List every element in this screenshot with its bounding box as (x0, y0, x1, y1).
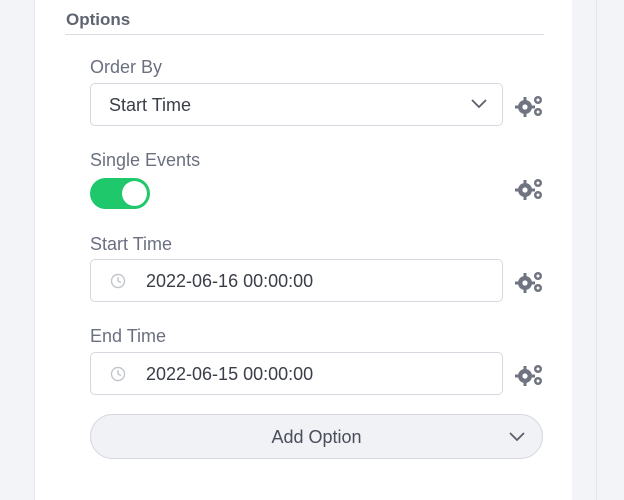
start-time-value: 2022-06-16 00:00:00 (146, 271, 314, 291)
options-panel: Options Order By Start Time Single Event… (34, 0, 573, 500)
end-time-label: End Time (90, 326, 167, 346)
end-time-value: 2022-06-15 00:00:00 (146, 364, 314, 384)
right-background (572, 0, 624, 500)
single-events-toggle[interactable] (90, 178, 150, 209)
clock-icon (110, 366, 126, 382)
gears-icon[interactable] (515, 270, 545, 294)
order-by-select[interactable]: Start Time (90, 83, 503, 126)
section-divider (65, 34, 544, 35)
start-time-label: Start Time (90, 234, 173, 254)
gears-icon[interactable] (515, 94, 545, 118)
order-by-label: Order By (90, 57, 163, 77)
single-events-label: Single Events (90, 150, 201, 170)
toggle-knob (122, 181, 147, 206)
chevron-down-icon (471, 99, 487, 109)
end-time-input[interactable]: 2022-06-15 00:00:00 (90, 352, 503, 395)
gears-icon[interactable] (515, 177, 545, 201)
gears-icon[interactable] (515, 363, 545, 387)
right-divider (596, 0, 597, 500)
start-time-input[interactable]: 2022-06-16 00:00:00 (90, 259, 503, 302)
order-by-value: Start Time (109, 95, 192, 115)
section-title: Options (66, 10, 131, 29)
add-option-button[interactable]: Add Option (90, 414, 543, 459)
chevron-down-icon (509, 432, 525, 442)
left-background (0, 0, 34, 500)
add-option-label: Add Option (271, 427, 362, 447)
clock-icon (110, 273, 126, 289)
